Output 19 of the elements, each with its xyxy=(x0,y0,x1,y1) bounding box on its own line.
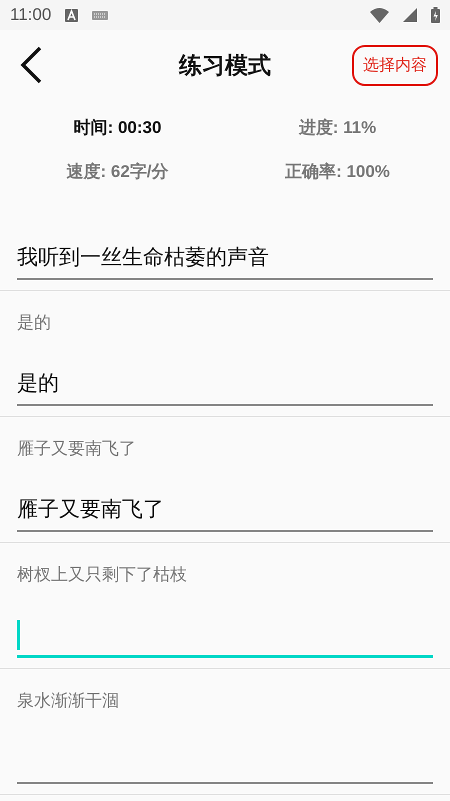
keyboard-icon xyxy=(92,10,108,20)
wifi-icon xyxy=(370,8,389,22)
signal-icon xyxy=(403,8,417,22)
input-field[interactable]: 是的 xyxy=(17,362,433,406)
status-time: 11:00 xyxy=(10,5,52,25)
prompt-text: 树杈上又只剩下了枯枝 xyxy=(17,564,187,587)
stat-text: 时间: 00:30 xyxy=(74,117,162,139)
prompt-text: 是的 xyxy=(17,312,51,335)
stat-text: 正确率: 100% xyxy=(285,161,390,183)
input-field[interactable]: 我听到一丝生命枯萎的声音 xyxy=(17,236,433,280)
select-content-button[interactable]: 选择内容 xyxy=(352,44,438,86)
page-title: 练习模式 xyxy=(179,52,271,80)
input-field[interactable]: 雁子又要南飞了 xyxy=(17,488,433,532)
stat-text: 速度: 62字/分 xyxy=(66,161,169,183)
prompt-text: 泉水渐渐干涸 xyxy=(17,690,119,713)
stat-text: 进度: 11% xyxy=(298,117,376,139)
a-icon xyxy=(65,8,78,22)
prompt-text: 雁子又要南飞了 xyxy=(17,438,136,461)
battery-icon xyxy=(431,7,440,23)
